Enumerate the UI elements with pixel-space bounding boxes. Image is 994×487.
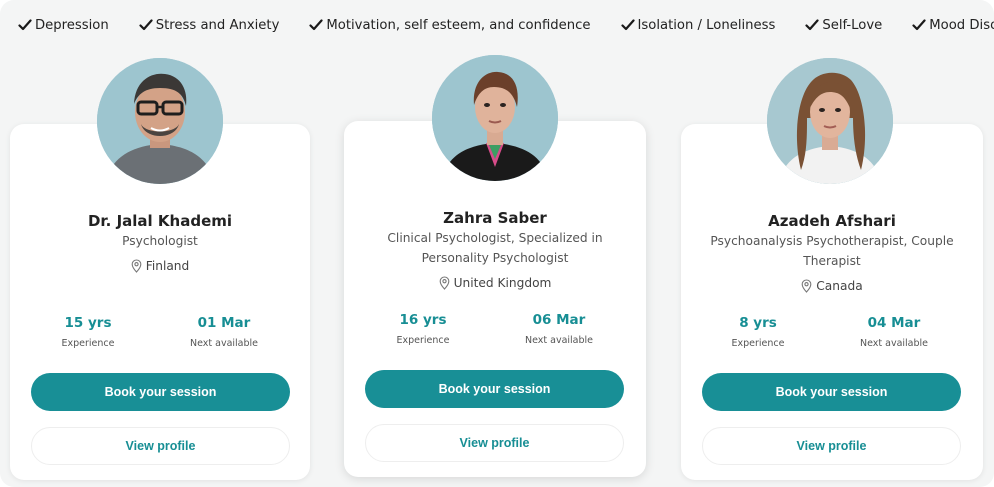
therapist-photo (432, 55, 558, 181)
experience-stat: 8 yrs Experience (698, 315, 818, 349)
tag-self-love: Self-Love (805, 18, 882, 33)
book-session-button[interactable]: Book your session (702, 373, 961, 411)
experience-stat: 16 yrs Experience (363, 312, 483, 346)
therapist-photo (97, 58, 223, 184)
location-pin-icon (131, 259, 142, 273)
availability-value: 01 Mar (197, 315, 251, 331)
availability-label: Next available (524, 335, 594, 346)
therapist-role: Psychologist (122, 234, 198, 248)
book-session-button[interactable]: Book your session (365, 370, 624, 408)
availability-value: 06 Mar (532, 312, 586, 328)
check-icon (309, 19, 323, 31)
availability-label: Next available (859, 338, 929, 349)
experience-label: Experience (396, 335, 450, 346)
tag-label: Isolation / Loneliness (637, 17, 776, 33)
check-icon (805, 19, 819, 31)
tag-label: Stress and Anxiety (155, 17, 280, 33)
experience-label: Experience (61, 338, 115, 349)
experience-stat: 15 yrs Experience (28, 315, 148, 349)
location-pin-icon (439, 276, 449, 290)
availability-label: Next available (189, 338, 259, 349)
therapist-location: Finland (10, 259, 310, 273)
therapist-section: Depression Stress and Anxiety Motivation… (0, 0, 994, 487)
tag-motivation: Motivation, self esteem, and confidence (309, 17, 591, 33)
therapist-name: Dr. Jalal Khademi (87, 212, 233, 230)
therapist-location: United Kingdom (344, 276, 646, 290)
view-profile-button[interactable]: View profile (365, 424, 624, 462)
tag-isolation: Isolation / Loneliness (620, 17, 776, 33)
availability-stat: 06 Mar Next available (499, 312, 619, 346)
experience-label: Experience (731, 338, 785, 349)
specialty-tags: Depression Stress and Anxiety Motivation… (18, 14, 994, 36)
location-label: Finland (145, 259, 190, 273)
experience-value: 16 yrs (399, 312, 447, 328)
check-icon (912, 19, 926, 31)
book-session-button[interactable]: Book your session (31, 373, 290, 411)
therapist-name: Azadeh Afshari (768, 212, 896, 230)
tag-label: Self-Love (822, 17, 883, 33)
check-icon (620, 19, 635, 31)
tag-label: Mood Disorders (929, 17, 994, 33)
view-profile-button[interactable]: View profile (31, 427, 290, 465)
experience-value: 15 yrs (64, 315, 112, 331)
tag-label: Depression (35, 17, 109, 33)
check-icon (139, 19, 153, 31)
location-label: Canada (816, 279, 863, 293)
availability-value: 04 Mar (867, 315, 921, 331)
tag-stress-anxiety: Stress and Anxiety (139, 17, 280, 33)
therapist-name: Zahra Saber (443, 209, 547, 227)
availability-stat: 04 Mar Next available (834, 315, 954, 349)
location-pin-icon (801, 279, 812, 293)
tag-depression: Depression (18, 18, 109, 33)
location-label: United Kingdom (453, 276, 552, 290)
therapist-photo (767, 58, 893, 184)
therapist-role: Clinical Psychologist, Specialized in Pe… (387, 231, 603, 265)
therapist-role: Psychoanalysis Psychotherapist, Couple T… (710, 234, 954, 268)
therapist-location: Canada (681, 279, 983, 293)
check-icon (18, 19, 32, 31)
tag-mood-disorders: Mood Disorders (912, 18, 994, 33)
experience-value: 8 yrs (739, 315, 777, 331)
availability-stat: 01 Mar Next available (164, 315, 284, 349)
view-profile-button[interactable]: View profile (702, 427, 961, 465)
tag-label: Motivation, self esteem, and confidence (326, 17, 591, 33)
